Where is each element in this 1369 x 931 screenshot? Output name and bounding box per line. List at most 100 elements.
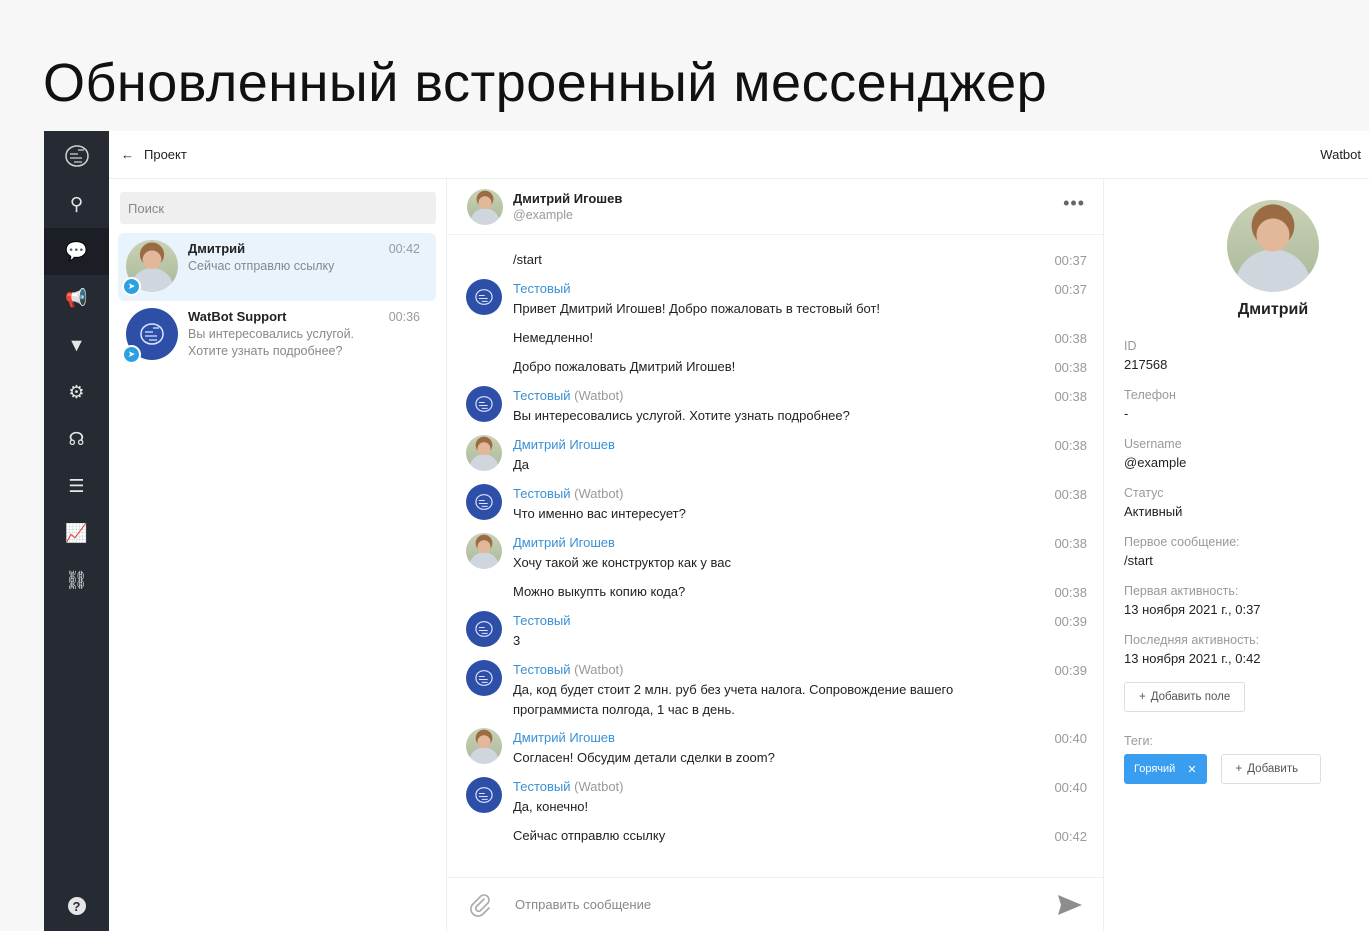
field-label: ID [1124,339,1137,353]
plus-icon: + [1139,691,1146,703]
sender-name: Тестовый [513,662,571,677]
funnel-icon: ▼ [67,335,86,355]
tags-label: Теги: [1124,734,1153,748]
message-time: 00:38 [1054,536,1087,551]
detail-field: Статус Активный [1124,484,1354,533]
sender-name: Тестовый [513,779,571,794]
message-time: 00:38 [1054,438,1087,453]
sender-suffix: (Watbot) [574,662,624,677]
add-tag-button[interactable]: + Добавить [1220,754,1321,784]
message-time: 00:39 [1054,663,1087,678]
sender-suffix: (Watbot) [574,486,624,501]
message-item: Сейчас отправлю ссылку 00:42 [447,826,1105,855]
chat-list-panel: Поиск ➤ Дмитрий Сейчас отправлю ссылку 0… [109,179,446,931]
sender-suffix: (Watbot) [574,388,624,403]
message-text: Да, код будет стоит 2 млн. руб без учета… [513,682,954,717]
sidebar-item-sitemap[interactable]: ⚲ [44,181,109,228]
send-icon[interactable] [1057,894,1083,916]
detail-field: Первое сообщение: /start [1124,533,1354,582]
tag-label: Горячий [1134,763,1176,775]
sidebar-item-megaphone[interactable]: 📢 [44,275,109,322]
field-label: Телефон [1124,388,1176,402]
message-sender[interactable]: Тестовый [513,279,1035,299]
message-sender[interactable]: Дмитрий Игошев [513,435,1035,455]
message-text: Привет Дмитрий Игошев! Добро пожаловать … [513,301,881,316]
arrow-left-icon: ← [121,147,134,162]
field-label: Статус [1124,486,1164,500]
close-icon[interactable]: ✕ [1187,763,1196,776]
back-label: Проект [144,147,187,162]
logo[interactable] [44,131,109,181]
contact-details-panel: Дмитрий ID 217568 Телефон - Username @example… [1104,179,1369,931]
avatar [466,777,502,813]
chat-contact-username: @example [513,208,573,222]
sidebar-item-analytics[interactable]: 📈 [44,510,109,557]
detail-field: Последняя активность: 13 ноября 2021 г., … [1124,631,1354,680]
avatar [466,728,502,764]
message-text: Хочу такой же конструктор как у вас [513,555,731,570]
message-item: Тестовый Привет Дмитрий Игошев! Добро по… [447,279,1105,328]
search-input[interactable]: Поиск [120,192,436,224]
message-text: 3 [513,633,521,648]
support-icon: ☊ [68,429,85,449]
message-sender[interactable]: Тестовый (Watbot) [513,660,1035,680]
sidebar-item-database[interactable]: ☰ [44,463,109,510]
message-sender[interactable]: Тестовый (Watbot) [513,386,1035,406]
brain-logo-icon [140,323,164,345]
field-value: /start [1124,553,1153,568]
tags-row: Горячий ✕ + Добавить [1124,754,1321,784]
add-field-button[interactable]: + Добавить поле [1124,682,1246,712]
message-sender[interactable]: Тестовый [513,611,1035,631]
more-icon[interactable]: ••• [1063,193,1085,214]
message-item: /start 00:37 [447,250,1105,279]
conversation-time: 00:42 [388,242,420,256]
help-button[interactable]: ? [44,897,109,915]
avatar [466,435,502,471]
avatar [1227,200,1319,292]
field-label: Последняя активность: [1124,633,1260,647]
avatar [466,484,502,520]
message-time: 00:38 [1054,331,1087,346]
message-text: Сейчас отправлю ссылку [513,828,666,843]
message-time: 00:40 [1054,731,1087,746]
message-item: Немедленно! 00:38 [447,328,1105,357]
message-sender[interactable]: Дмитрий Игошев [513,533,1035,553]
contact-fields: ID 217568 Телефон - Username @example Статус Ак… [1124,337,1354,680]
message-text: Немедленно! [513,330,594,345]
slide-title: Обновленный встроенный мессенджер [43,53,1048,113]
field-value: Активный [1124,504,1183,519]
message-item: Тестовый (Watbot) Да, код будет стоит 2 м… [447,660,1105,728]
message-item: Тестовый (Watbot) Да, конечно! 00:40 [447,777,1105,826]
message-input[interactable]: Отправить сообщение [515,897,1057,912]
paperclip-icon[interactable] [469,893,491,917]
avatar [466,279,502,315]
sidebar-item-support[interactable]: ☊ [44,416,109,463]
field-label: Первая активность: [1124,584,1239,598]
tag-chip[interactable]: Горячий ✕ [1124,754,1207,784]
message-sender[interactable]: Тестовый (Watbot) [513,777,1035,797]
megaphone-icon: 📢 [65,288,88,308]
database-icon: ☰ [68,476,85,496]
message-sender[interactable]: Тестовый (Watbot) [513,484,1035,504]
message-time: 00:38 [1054,487,1087,502]
back-link[interactable]: ← Проект [121,147,187,162]
sidebar-item-flow[interactable]: ⛓ [44,557,109,604]
message-sender[interactable]: Дмитрий Игошев [513,728,1035,748]
message-text: Что именно вас интересует? [513,506,686,521]
message-time: 00:38 [1054,585,1087,600]
sidebar-item-funnel[interactable]: ▼ [44,322,109,369]
sidebar-item-gear[interactable]: ⚙ [44,369,109,416]
message-item: Добро пожаловать Дмитрий Игошев! 00:38 [447,357,1105,386]
conversation-time: 00:36 [388,310,420,324]
sidebar-item-chat[interactable]: 💬 [44,228,109,275]
sender-name: Тестовый [513,388,571,403]
chat-icon: 💬 [65,241,88,261]
add-field-label: Добавить поле [1150,691,1231,703]
conversation-item[interactable]: ➤ Дмитрий Сейчас отправлю ссылку 00:42 [118,233,436,301]
chat-contact-name: Дмитрий Игошев [513,191,623,206]
message-time: 00:37 [1054,282,1087,297]
detail-field: Телефон - [1124,386,1354,435]
message-item: Тестовый (Watbot) Что именно вас интересу… [447,484,1105,533]
conversation-item[interactable]: ➤ WatBot Support Вы интересовались услуг… [118,301,436,375]
message-text: Да, конечно! [513,799,589,814]
